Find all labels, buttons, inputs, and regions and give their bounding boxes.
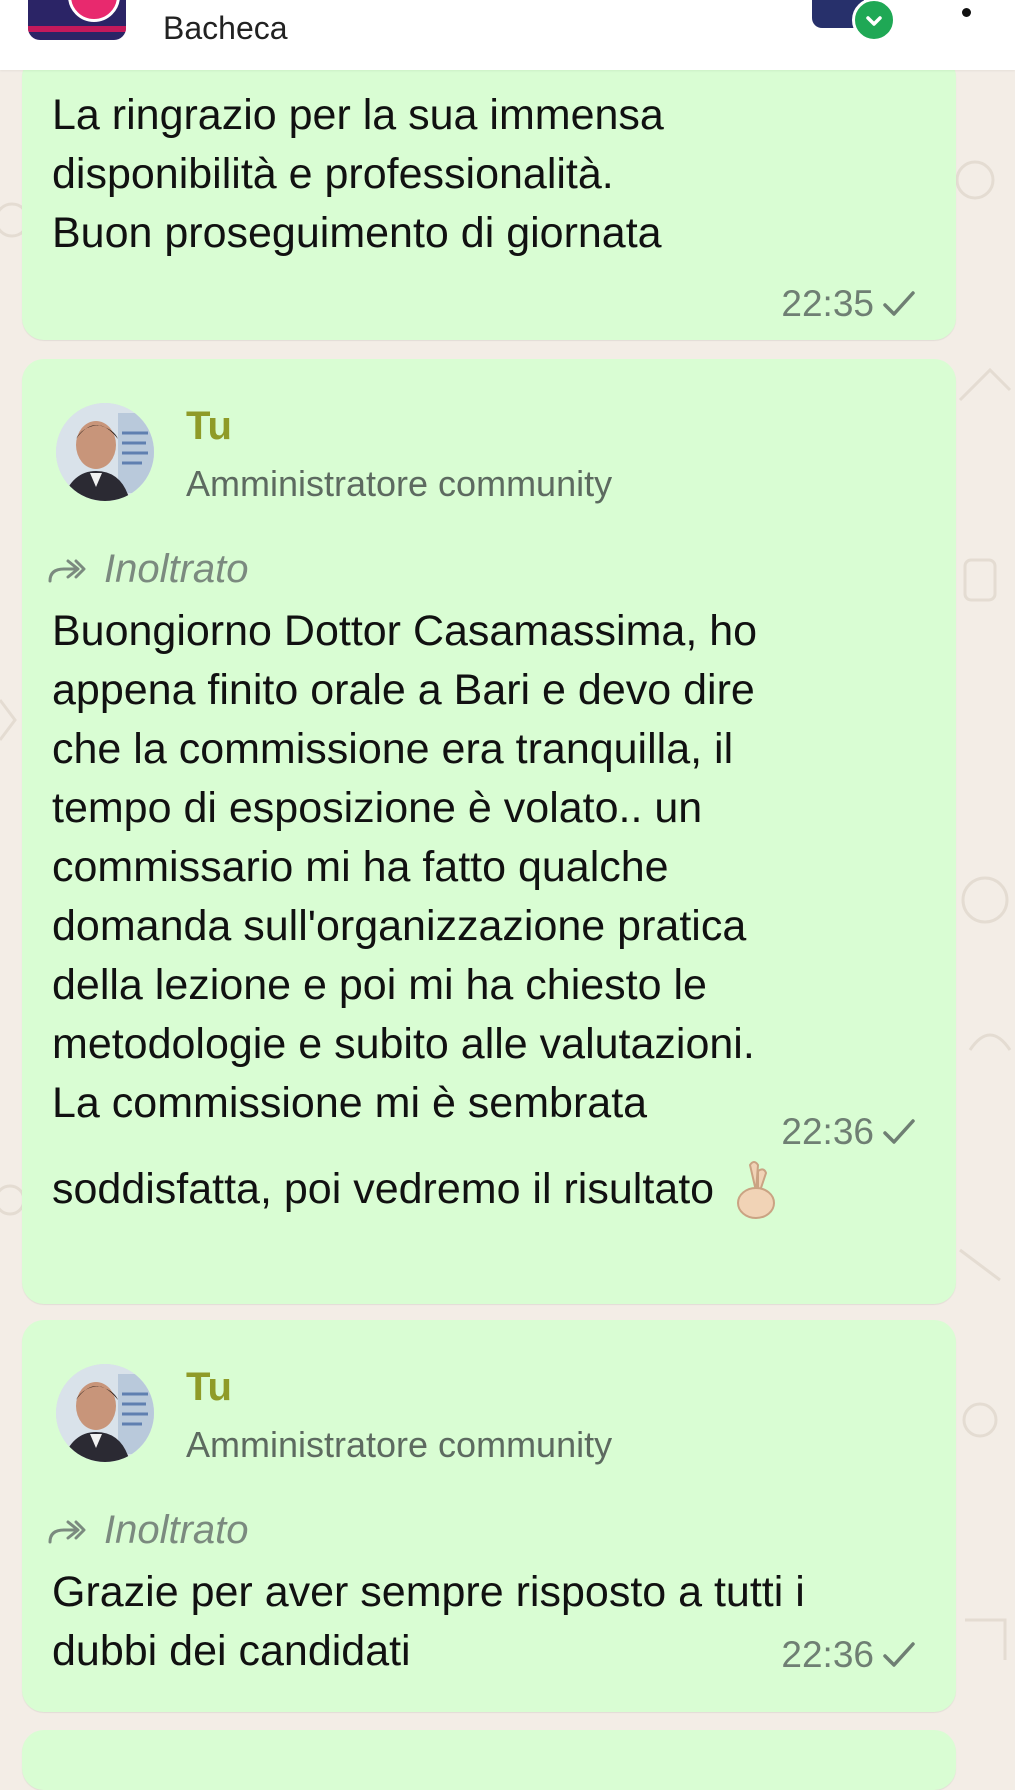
avatar-stripe — [28, 26, 126, 32]
message-time: 22:36 — [781, 1634, 874, 1675]
message-text-last-line: soddisfatta, poi vedremo il risultato — [52, 1157, 952, 1221]
message-bubble[interactable]: La ringrazio per la sua immensa disponib… — [22, 55, 956, 340]
sender-role: Amministratore community — [186, 1424, 613, 1465]
sender-role: Amministratore community — [186, 463, 613, 504]
chat-header: Bacheca — [0, 0, 1015, 70]
message-bubble[interactable]: Tu Amministratore community Inoltrato Gr… — [22, 1320, 956, 1712]
forward-icon — [48, 559, 86, 582]
forwarded-label-row: Inoltrato — [46, 547, 249, 592]
message-meta: 22:36 — [781, 1634, 916, 1676]
sent-check-icon — [883, 1642, 915, 1667]
forwarded-label: Inoltrato — [104, 547, 249, 591]
sent-check-icon — [883, 291, 915, 316]
profile-photo-icon — [56, 403, 154, 501]
message-bubble-partial[interactable] — [22, 1730, 956, 1790]
chat-title[interactable]: Bacheca — [163, 10, 288, 47]
promo-badge-icon — [68, 0, 120, 22]
message-text: La ringrazio per la sua immensa disponib… — [52, 91, 664, 257]
forward-icon — [48, 1520, 86, 1543]
sender-name: Tu — [186, 1365, 232, 1409]
profile-photo-icon — [56, 1364, 154, 1462]
sender-name: Tu — [186, 404, 232, 448]
message-time: 22:35 — [781, 283, 874, 324]
overflow-menu-icon[interactable] — [962, 8, 971, 17]
message-text: Buongiorno Dottor Casamassima, ho appena… — [52, 607, 758, 1127]
forwarded-label: Inoltrato — [104, 1508, 249, 1552]
check-badge-icon — [852, 0, 896, 42]
message-time: 22:36 — [781, 1111, 874, 1152]
sender-avatar[interactable] — [56, 1364, 154, 1462]
group-avatar[interactable] — [28, 0, 126, 40]
message-meta: 22:36 — [781, 1111, 916, 1153]
sent-check-icon — [883, 1119, 915, 1144]
sender-avatar[interactable] — [56, 403, 154, 501]
forwarded-label-row: Inoltrato — [46, 1508, 249, 1553]
message-text-last: soddisfatta, poi vedremo il risultato — [52, 1164, 715, 1213]
message-meta: 22:35 — [781, 283, 916, 325]
message-bubble[interactable]: Tu Amministratore community Inoltrato Bu… — [22, 359, 956, 1304]
crossed-fingers-emoji-icon — [737, 1161, 776, 1219]
